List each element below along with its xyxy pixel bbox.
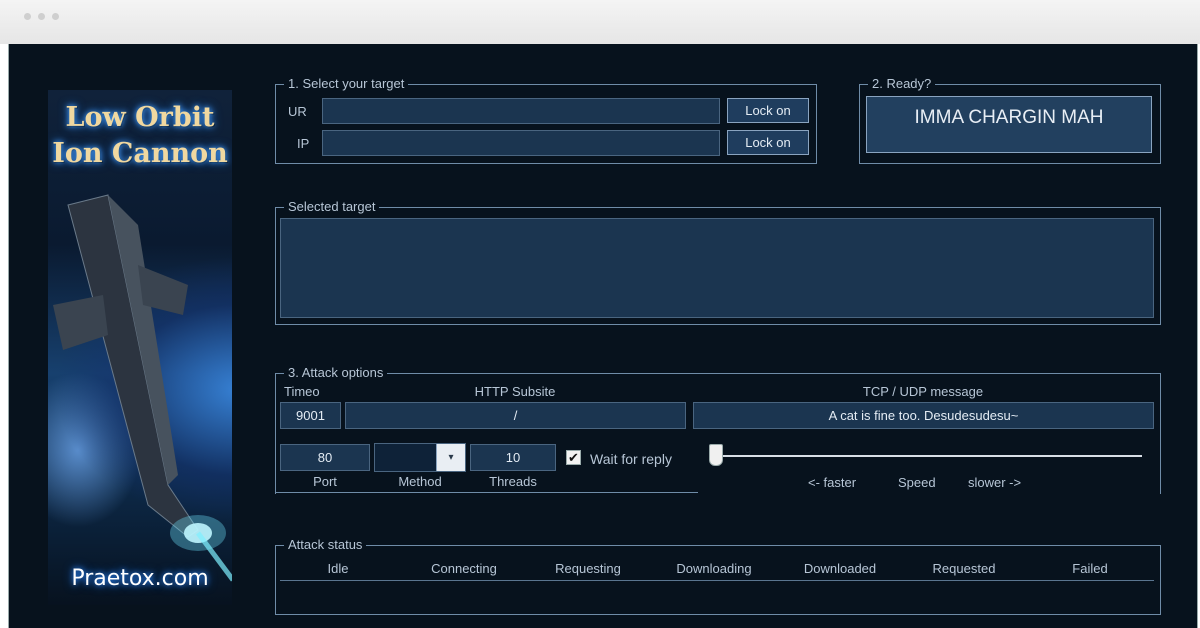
status-col-requested: Requested [932, 561, 996, 576]
status-col-connecting: Connecting [431, 561, 497, 576]
ip-input[interactable] [322, 130, 720, 156]
ip-lock-on-button[interactable]: Lock on [727, 130, 809, 155]
attack-status-legend: Attack status [284, 537, 367, 553]
speed-slider-track[interactable] [716, 455, 1142, 457]
attack-options-legend: 3. Attack options [284, 365, 388, 381]
speed-slower-label: slower -> [968, 475, 1022, 490]
loic-banner: Low Orbit Ion Cannon Praetox.com [48, 90, 232, 605]
options-divider [275, 492, 698, 493]
window-close-dot[interactable] [24, 13, 31, 20]
ip-label: IP [297, 136, 310, 151]
method-label: Method [398, 474, 442, 489]
port-input[interactable]: 80 [280, 444, 370, 471]
window-maximize-dot[interactable] [52, 13, 59, 20]
timeout-input[interactable]: 9001 [280, 402, 341, 429]
chevron-down-icon[interactable]: ▾ [436, 444, 465, 471]
banner-title-line2: Ion Cannon [52, 138, 228, 169]
status-col-idle: Idle [327, 561, 349, 576]
fire-button[interactable]: IMMA CHARGIN MAH [866, 96, 1152, 153]
message-label: TCP / UDP message [862, 384, 984, 399]
space-cannon-icon [53, 194, 232, 582]
speed-slider-thumb[interactable] [709, 444, 723, 466]
timeout-label: Timeo [284, 384, 320, 399]
port-label: Port [313, 474, 337, 489]
speed-faster-label: <- faster [808, 475, 857, 490]
selected-target-legend: Selected target [284, 199, 380, 215]
target-group-legend: 1. Select your target [284, 76, 409, 92]
threads-label: Threads [489, 474, 537, 489]
selected-target-display [280, 218, 1154, 318]
status-col-requesting: Requesting [555, 561, 621, 576]
url-label: UR [288, 104, 307, 119]
status-col-failed: Failed [1072, 561, 1108, 576]
subsite-label: HTTP Subsite [474, 384, 556, 399]
speed-label: Speed [898, 475, 936, 490]
ready-group-legend: 2. Ready? [868, 76, 936, 92]
subsite-input[interactable]: / [345, 402, 686, 429]
threads-input[interactable]: 10 [470, 444, 556, 471]
banner-site-link[interactable]: Praetox.com [48, 566, 232, 591]
url-lock-on-button[interactable]: Lock on [727, 98, 809, 123]
status-col-downloaded: Downloaded [803, 561, 877, 576]
wait-for-reply-checkbox[interactable]: ✔ [566, 450, 581, 465]
status-col-downloading: Downloading [676, 561, 752, 576]
wait-for-reply-label: Wait for reply [590, 451, 672, 467]
status-divider [280, 580, 1154, 581]
url-input[interactable] [322, 98, 720, 124]
window-minimize-dot[interactable] [38, 13, 45, 20]
banner-title-line1: Low Orbit [65, 102, 215, 133]
message-input[interactable]: A cat is fine too. Desudesudesu~ [693, 402, 1154, 429]
browser-titlebar [0, 0, 1200, 44]
